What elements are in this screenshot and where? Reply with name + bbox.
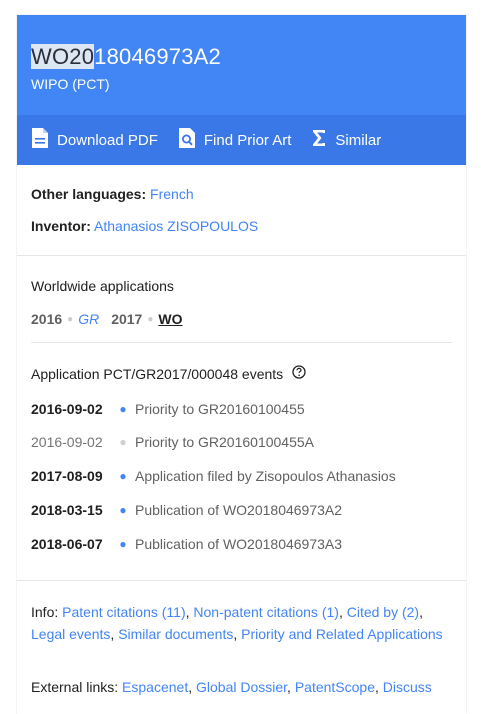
section-divider: [17, 255, 466, 256]
event-bullet: ●: [119, 402, 127, 416]
header: WO2018046973A2 WIPO (PCT): [17, 15, 466, 115]
inventor-row: Inventor: Athanasios ZISOPOULOS: [31, 218, 258, 234]
country-link-gr[interactable]: GR: [78, 311, 99, 327]
pdf-icon: [31, 127, 49, 153]
event-bullet: ●: [119, 435, 127, 449]
info-link-patent-citations[interactable]: Patent citations (11): [62, 604, 185, 620]
info-links: Info: Patent citations (11), Non-patent …: [31, 604, 443, 642]
worldwide-year: 2016: [31, 311, 63, 327]
external-link-espacenet[interactable]: Espacenet: [122, 679, 188, 695]
publication-number: WO2018046973A2: [31, 44, 221, 70]
info-link-non-patent-citations[interactable]: Non-patent citations (1): [193, 604, 339, 620]
similar-label: Similar: [335, 131, 382, 149]
events-title-text: Application PCT/GR2017/000048 events: [31, 365, 284, 382]
event-bullet: ●: [119, 469, 127, 483]
search-doc-icon: [178, 127, 196, 153]
publication-number-highlight: WO20: [31, 44, 95, 69]
worldwide-year: 2017: [111, 311, 143, 327]
event-date: 2018-03-15: [31, 502, 103, 518]
event-text: Publication of WO2018046973A3: [135, 536, 343, 552]
external-link-discuss[interactable]: Discuss: [383, 679, 432, 695]
patent-result-panel: WO2018046973A2 WIPO (PCT) Download PDF F…: [17, 15, 466, 714]
country-link-wo[interactable]: WO: [158, 311, 182, 327]
event-row: 2016-09-02 ● Priority to GR20160100455A: [31, 434, 314, 450]
event-row: 2018-06-07 ● Publication of WO2018046973…: [31, 536, 342, 552]
event-text: Publication of WO2018046973A2: [135, 502, 343, 518]
event-row: 2018-03-15 ● Publication of WO2018046973…: [31, 502, 342, 518]
download-pdf-button[interactable]: Download PDF: [31, 127, 158, 153]
help-circle-icon[interactable]: [292, 365, 306, 382]
section-divider: [31, 342, 452, 343]
download-pdf-label: Download PDF: [57, 131, 158, 149]
worldwide-title: Worldwide applications: [31, 278, 174, 294]
similar-button[interactable]: Similar: [311, 128, 381, 152]
external-link-global-dossier[interactable]: Global Dossier: [196, 679, 287, 695]
find-prior-art-label: Find Prior Art: [203, 131, 292, 149]
publication-number-rest: 18046973A2: [94, 44, 221, 69]
event-bullet: ●: [119, 537, 127, 551]
info-link-priority-related[interactable]: Priority and Related Applications: [241, 626, 443, 642]
external-link-patentscope[interactable]: PatentScope: [295, 679, 375, 695]
other-languages-link[interactable]: French: [150, 186, 194, 202]
event-text: Priority to GR20160100455: [135, 401, 305, 417]
event-text: Priority to GR20160100455A: [135, 434, 314, 450]
separator-dot: ●: [147, 313, 154, 325]
other-languages-label: Other languages:: [31, 186, 147, 202]
info-link-cited-by[interactable]: Cited by (2): [347, 604, 419, 620]
event-bullet: ●: [119, 503, 127, 517]
event-row: 2017-08-09 ● Application filed by Zisopo…: [31, 468, 396, 484]
toolbar: Download PDF Find Prior Art Similar: [17, 115, 466, 165]
event-date: 2016-09-02: [31, 401, 103, 417]
external-links: External links: Espacenet, Global Dossie…: [31, 679, 432, 695]
event-date: 2018-06-07: [31, 536, 103, 552]
sigma-icon: [311, 128, 327, 152]
worldwide-title-text: Worldwide applications: [31, 278, 174, 294]
external-links-label: External links:: [31, 679, 119, 695]
patent-office: WIPO (PCT): [31, 76, 110, 92]
inventor-label: Inventor:: [31, 218, 91, 234]
find-prior-art-button[interactable]: Find Prior Art: [178, 127, 292, 153]
info-link-legal-events[interactable]: Legal events: [31, 626, 110, 642]
info-link-similar-documents[interactable]: Similar documents: [118, 626, 233, 642]
info-label: Info:: [31, 604, 59, 620]
worldwide-applications-row: 2016 ● GR 2017 ● WO: [31, 311, 183, 327]
event-text: Application filed by Zisopoulos Athanasi…: [135, 468, 396, 484]
inventor-link[interactable]: Athanasios ZISOPOULOS: [94, 218, 258, 234]
separator-dot: ●: [67, 313, 74, 325]
section-divider: [17, 580, 466, 581]
events-title: Application PCT/GR2017/000048 events: [31, 365, 306, 382]
other-languages-row: Other languages: French: [31, 186, 194, 202]
event-date: 2017-08-09: [31, 468, 103, 484]
event-date: 2016-09-02: [31, 434, 103, 450]
event-row: 2016-09-02 ● Priority to GR20160100455: [31, 401, 305, 417]
